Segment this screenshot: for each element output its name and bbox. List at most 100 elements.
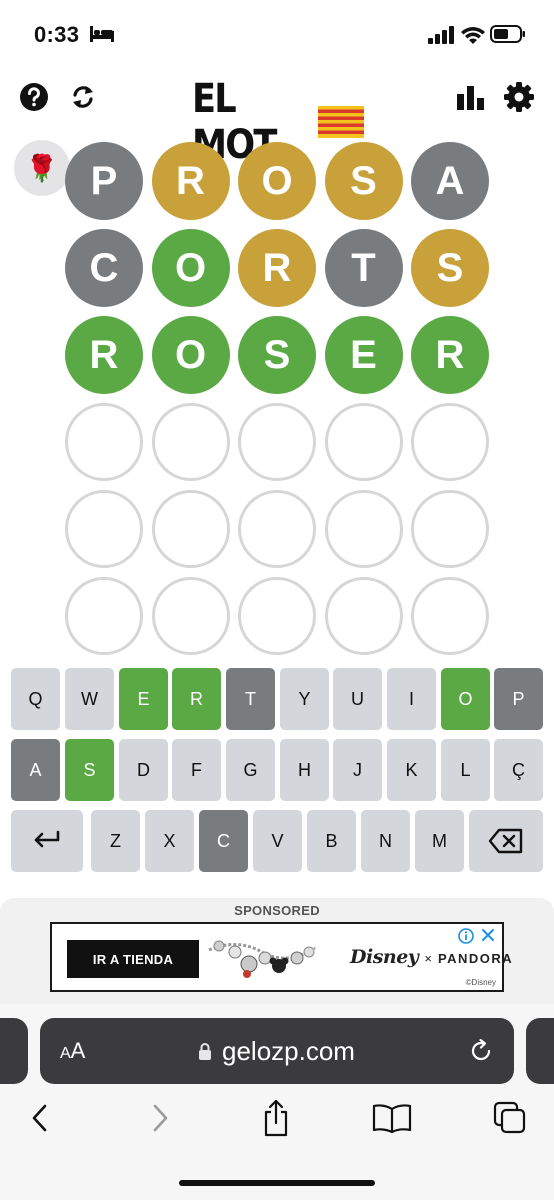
board-tile: T — [324, 229, 403, 307]
key-a[interactable]: A — [11, 739, 60, 801]
board-tile — [65, 403, 143, 481]
cellular-signal-icon — [428, 26, 454, 44]
info-icon[interactable] — [458, 928, 474, 944]
board-row: ROSER — [65, 316, 498, 394]
key-b[interactable]: B — [307, 810, 356, 872]
board-tile: E — [324, 316, 403, 394]
board-tile: A — [411, 142, 489, 220]
ad-banner[interactable]: IR A TIENDA Disney × PANDORA ©Disney — [50, 922, 512, 992]
battery-icon — [490, 25, 525, 43]
key-l[interactable]: L — [441, 739, 490, 801]
reader-settings-button[interactable]: AA — [60, 1038, 85, 1064]
status-bar: 0:33 — [0, 0, 554, 66]
address-bar[interactable]: AA gelozp.com — [40, 1018, 514, 1084]
share-icon — [264, 1099, 288, 1137]
ad-brand-pandora: PANDORA — [437, 951, 514, 966]
key-u[interactable]: U — [333, 668, 382, 730]
next-tab-peek[interactable] — [526, 1018, 554, 1084]
back-button[interactable] — [20, 1098, 60, 1138]
rose-badge[interactable]: 🌹 — [14, 140, 70, 196]
board-tile: C — [65, 229, 143, 307]
enter-key[interactable] — [11, 810, 83, 872]
board-tile: O — [151, 229, 230, 307]
refresh-icon — [73, 86, 93, 108]
board-tile: P — [65, 142, 143, 220]
status-time: 0:33 — [34, 22, 80, 47]
board-tile: R — [151, 142, 230, 220]
key-z[interactable]: Z — [91, 810, 140, 872]
key-p[interactable]: P — [494, 668, 543, 730]
key-v[interactable]: V — [253, 810, 302, 872]
board-tile: O — [151, 316, 230, 394]
ad-area: SPONSORED IR A TIENDA Disney × PANDORA ©… — [0, 898, 554, 1010]
key-q[interactable]: Q — [11, 668, 60, 730]
key-m[interactable]: M — [415, 810, 464, 872]
key-r[interactable]: R — [172, 668, 221, 730]
tabs-button[interactable] — [490, 1098, 530, 1138]
key-k[interactable]: K — [387, 739, 436, 801]
board-tile — [151, 490, 230, 568]
board-tile — [151, 577, 230, 655]
wifi-icon — [461, 27, 485, 44]
rose-emoji: 🌹 — [25, 152, 59, 183]
close-icon[interactable] — [480, 927, 496, 943]
key-ç[interactable]: Ç — [494, 739, 543, 801]
ad-brand-disney: Disney — [350, 946, 419, 968]
help-button[interactable] — [17, 80, 51, 114]
board-row — [65, 577, 498, 655]
keyboard-row: QWERTYUIOP — [11, 668, 543, 730]
key-g[interactable]: G — [226, 739, 275, 801]
share-button[interactable] — [256, 1098, 296, 1138]
key-c[interactable]: C — [199, 810, 248, 872]
bar-chart-icon — [457, 86, 484, 110]
key-x[interactable]: X — [145, 810, 194, 872]
browser-toolbar: AA gelozp.com — [0, 1004, 554, 1200]
tabs-icon — [493, 1101, 526, 1134]
help-circle-icon — [20, 83, 48, 111]
board-tile — [238, 403, 316, 481]
board-tile — [324, 403, 403, 481]
url-text: gelozp.com — [222, 1036, 355, 1066]
key-y[interactable]: Y — [280, 668, 329, 730]
board-tile — [324, 490, 403, 568]
board-tile: O — [238, 142, 316, 220]
refresh-button[interactable] — [66, 80, 100, 114]
board-tile: R — [411, 316, 489, 394]
key-t[interactable]: T — [226, 668, 275, 730]
game-board: PROSACORTSROSER — [65, 142, 498, 664]
key-o[interactable]: O — [441, 668, 490, 730]
reload-icon[interactable] — [468, 1038, 494, 1064]
ad-copyright: ©Disney — [465, 978, 496, 987]
stats-button[interactable] — [454, 80, 488, 114]
ad-cta-button[interactable]: IR A TIENDA — [67, 940, 199, 978]
key-d[interactable]: D — [119, 739, 168, 801]
backspace-key[interactable] — [469, 810, 543, 872]
board-tile — [324, 577, 403, 655]
sponsored-label: SPONSORED — [234, 903, 320, 918]
app-header: EL MOT — [0, 66, 554, 168]
key-h[interactable]: H — [280, 739, 329, 801]
previous-tab-peek[interactable] — [0, 1018, 28, 1084]
enter-icon — [32, 830, 62, 852]
key-w[interactable]: W — [65, 668, 114, 730]
board-tile — [411, 403, 489, 481]
board-tile: S — [411, 229, 489, 307]
back-icon — [32, 1104, 47, 1132]
key-e[interactable]: E — [119, 668, 168, 730]
keyboard: QWERTYUIOP ASDFGHJKLÇ ZXCVBNM — [11, 668, 543, 881]
key-j[interactable]: J — [333, 739, 382, 801]
key-f[interactable]: F — [172, 739, 221, 801]
settings-button[interactable] — [502, 80, 536, 114]
forward-button[interactable] — [140, 1098, 180, 1138]
aa-large-label: A — [70, 1038, 86, 1063]
board-tile — [411, 490, 489, 568]
aa-small-label: A — [60, 1045, 71, 1062]
key-i[interactable]: I — [387, 668, 436, 730]
key-s[interactable]: S — [65, 739, 114, 801]
bookmarks-button[interactable] — [372, 1098, 412, 1138]
key-n[interactable]: N — [361, 810, 410, 872]
board-tile: R — [238, 229, 316, 307]
board-row: PROSA — [65, 142, 498, 220]
keyboard-row: ASDFGHJKLÇ — [11, 739, 543, 801]
board-tile — [238, 490, 316, 568]
